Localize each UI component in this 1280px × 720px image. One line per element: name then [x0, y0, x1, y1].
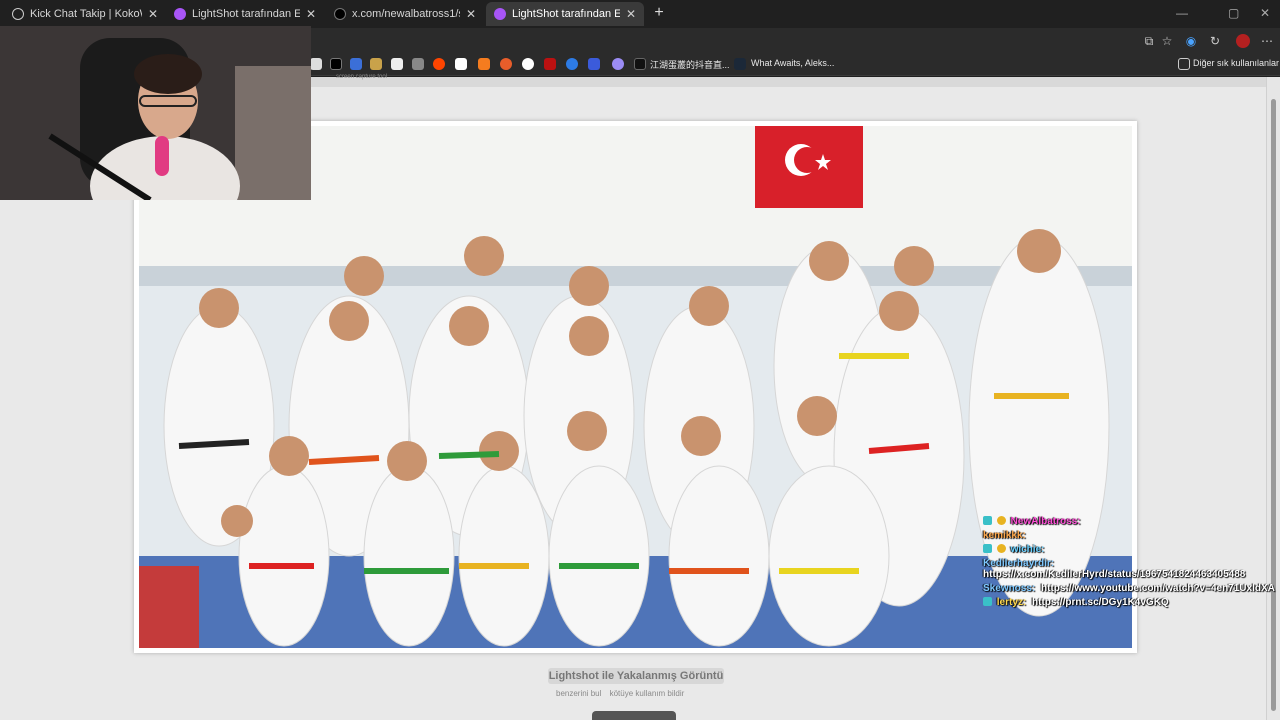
chat-username: lertyz:	[996, 597, 1027, 608]
tab-label: LightShot tarafından Ekran Görünt	[512, 8, 620, 20]
bottom-panel-handle[interactable]	[592, 711, 676, 720]
bookmark-icon[interactable]	[455, 58, 467, 70]
badge-icon	[983, 544, 992, 553]
close-icon[interactable]: ✕	[626, 7, 636, 21]
tab-kick-chat[interactable]: Kick Chat Takip | KokoWich ✕	[4, 2, 166, 26]
steam-icon[interactable]	[734, 58, 746, 70]
find-similar-link[interactable]: benzerini bul	[556, 689, 601, 698]
bookmark-icon[interactable]	[588, 58, 600, 70]
scrollbar[interactable]	[1266, 77, 1280, 720]
tab-bar: Kick Chat Takip | KokoWich ✕ LightShot t…	[0, 0, 1280, 28]
bookmark-icon[interactable]	[350, 58, 362, 70]
favorite-star-icon[interactable]: ☆	[1160, 34, 1174, 48]
refresh-icon[interactable]: ↻	[1208, 34, 1222, 48]
globe-icon	[12, 8, 24, 20]
bookmark-icon[interactable]	[310, 58, 322, 70]
close-icon[interactable]: ✕	[306, 7, 316, 21]
new-tab-button[interactable]: +	[650, 4, 668, 22]
scroll-thumb[interactable]	[1271, 99, 1276, 711]
chat-username: kemikkk:	[983, 530, 1026, 541]
lightshot-feather-icon	[494, 8, 506, 20]
bookmark-label[interactable]: What Awaits, Aleks...	[751, 58, 834, 68]
close-icon[interactable]: ✕	[466, 7, 476, 21]
stream-chat-overlay: NewAlbatross: kemikkk: wichie: Kedilerha…	[983, 516, 1275, 611]
chat-text: https://www.youtube.com/watch?v=4en71Uxl…	[1041, 583, 1275, 594]
chat-message: Skewnoss: https://www.youtube.com/watch?…	[983, 583, 1275, 594]
bookmark-icon[interactable]	[566, 58, 578, 70]
badge-icon	[983, 516, 992, 525]
reddit-icon[interactable]	[433, 58, 445, 70]
close-window-button[interactable]: ✕	[1260, 6, 1270, 20]
read-aloud-icon[interactable]: ◉	[1184, 34, 1198, 48]
badge-icon	[996, 544, 1006, 553]
tiktok-icon[interactable]	[634, 58, 646, 70]
tab-x-status[interactable]: x.com/newalbatross1/status/2081 ✕	[326, 2, 484, 26]
other-favorites-label[interactable]: Diğer sık kullanılanlar	[1193, 58, 1279, 68]
close-icon[interactable]: ✕	[148, 7, 158, 21]
header-note: screen capture tool	[336, 74, 388, 80]
x-logo-icon[interactable]	[330, 58, 342, 70]
bookmark-icon[interactable]	[391, 58, 403, 70]
tab-label: LightShot tarafından Ekran Görünt	[192, 8, 300, 20]
chat-message: Kedilerhayrdir: https://x.com/KedilerHyr…	[983, 558, 1273, 580]
caption-links: benzerini bul kötüye kullanım bildir	[556, 689, 690, 698]
bookmark-label[interactable]: 江湖蛋叢的抖音直...	[650, 58, 730, 71]
lightshot-feather-icon	[174, 8, 186, 20]
chat-username: Kedilerhayrdir:	[983, 558, 1055, 569]
chat-username: wichie:	[1010, 544, 1045, 555]
lightshot-header-bar	[310, 77, 1266, 87]
profile-avatar[interactable]	[1236, 34, 1250, 48]
folder-icon	[1178, 58, 1190, 70]
bookmark-icon[interactable]	[612, 58, 624, 70]
report-abuse-link[interactable]: kötüye kullanım bildir	[610, 689, 685, 698]
x-logo-icon	[334, 8, 346, 20]
badge-icon	[983, 597, 992, 606]
bookmark-icon[interactable]	[478, 58, 490, 70]
webcam-overlay	[0, 26, 311, 200]
bookmark-icon[interactable]	[500, 58, 512, 70]
tab-label: Kick Chat Takip | KokoWich	[30, 8, 142, 20]
split-screen-icon[interactable]: ⧉	[1142, 34, 1156, 48]
chat-text: https://x.com/KedilerHyrd/status/1967541…	[983, 569, 1246, 580]
tab-label: x.com/newalbatross1/status/2081	[352, 8, 460, 20]
badge-icon	[996, 516, 1006, 525]
maximize-button[interactable]: ▢	[1228, 6, 1239, 20]
tab-lightshot-2[interactable]: LightShot tarafından Ekran Görünt ✕	[486, 2, 644, 26]
chat-username: NewAlbatross:	[1010, 516, 1081, 527]
minimize-button[interactable]: —	[1176, 6, 1188, 20]
chat-username: Skewnoss:	[983, 583, 1036, 594]
chat-message: lertyz: https://prnt.sc/DGy1K4vGKQ	[983, 597, 1273, 608]
bookmark-icon[interactable]	[412, 58, 424, 70]
chat-message: kemikkk:	[983, 530, 1273, 541]
chat-text: https://prnt.sc/DGy1K4vGKQ	[1032, 597, 1169, 608]
lightshot-caption: Lightshot ile Yakalanmış Görüntü	[548, 668, 724, 684]
streamer-webcam-feed	[0, 26, 311, 200]
bookmark-icon[interactable]	[370, 58, 382, 70]
bookmark-icon[interactable]	[522, 58, 534, 70]
bookmark-icon[interactable]	[544, 58, 556, 70]
more-menu-icon[interactable]: ⋯	[1260, 34, 1274, 48]
chat-message: wichie:	[983, 544, 1273, 555]
tab-lightshot-1[interactable]: LightShot tarafından Ekran Görünt ✕	[166, 2, 324, 26]
chat-message: NewAlbatross:	[983, 516, 1273, 527]
